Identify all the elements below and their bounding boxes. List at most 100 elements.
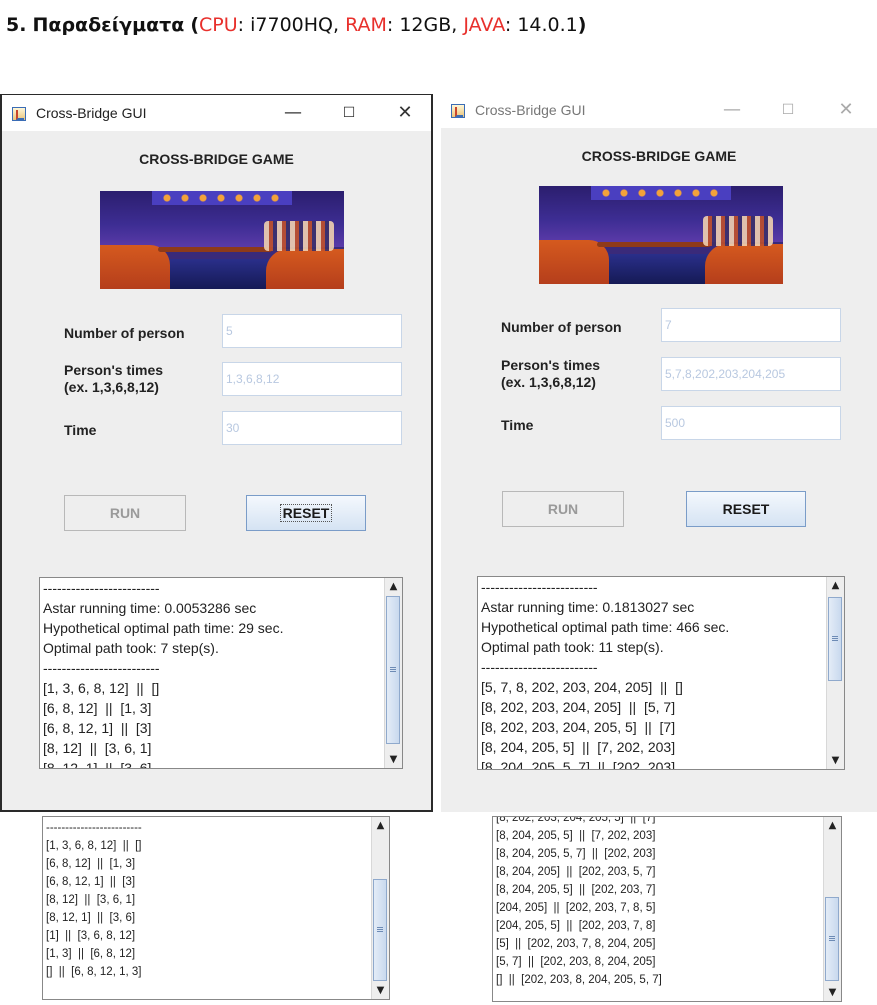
persons-times-label: Person's times (ex. 1,3,6,8,12) [501, 357, 600, 391]
output-line: Hypothetical optimal path time: 29 sec. [43, 620, 284, 636]
reset-button[interactable]: RESET [246, 495, 366, 531]
game-scene-image [100, 191, 344, 289]
scroll-thumb[interactable] [825, 897, 839, 981]
scroll-thumb[interactable] [828, 597, 842, 681]
title-bar[interactable]: Cross-Bridge GUI — ☐ ✕ [2, 95, 431, 131]
output-line: Optimal path took: 7 step(s). [43, 640, 219, 656]
output-line: [204, 205, 5] || [202, 203, 7, 8] [496, 920, 656, 932]
window-title: Cross-Bridge GUI [475, 102, 586, 118]
output-line: [8, 12, 1] || [3, 6] [43, 760, 152, 769]
section-title: Παραδείγματα [32, 14, 185, 36]
output-text: ------------------------- Astar running t… [481, 577, 730, 770]
reset-button[interactable]: RESET [686, 491, 806, 527]
maximize-button[interactable]: ☐ [773, 98, 803, 122]
number-of-person-input[interactable]: 5 [222, 314, 402, 348]
output-line: [204, 205] || [202, 203, 7, 8, 5] [496, 902, 656, 914]
scroll-up-arrow-icon[interactable]: ▲ [385, 578, 402, 595]
ram-value: : 12GB, [386, 14, 464, 36]
output-line: ------------------------- [43, 580, 160, 596]
output-line: [1, 3, 6, 8, 12] || [] [46, 840, 142, 852]
output-textarea[interactable]: ------------------------- Astar running t… [477, 576, 845, 770]
persons-times-label: Person's times (ex. 1,3,6,8,12) [64, 362, 163, 396]
window-content: CROSS-BRIDGE GAME Number of person 7 Per… [441, 128, 877, 812]
output-line: [6, 8, 12] || [1, 3] [46, 858, 136, 870]
time-label: Time [64, 422, 97, 438]
close-button[interactable]: ✕ [390, 101, 420, 125]
window-title: Cross-Bridge GUI [36, 105, 147, 121]
output-line: Optimal path took: 11 step(s). [481, 639, 664, 655]
output-line: Hypothetical optimal path time: 466 sec. [481, 619, 730, 635]
scroll-thumb[interactable] [373, 879, 387, 981]
game-scene-image [539, 186, 783, 284]
cpu-label: CPU [199, 14, 238, 36]
output-line: Astar running time: 0.1813027 sec [481, 599, 695, 615]
output-line: [5, 7] || [202, 203, 8, 204, 205] [496, 956, 656, 968]
output-line: ------------------------- [46, 822, 142, 834]
output-line: ------------------------- [481, 579, 598, 595]
window-content: CROSS-BRIDGE GAME Number of person 5 Per… [2, 131, 431, 810]
scroll-down-arrow-icon[interactable]: ▼ [385, 751, 402, 768]
time-input[interactable]: 30 [222, 411, 402, 445]
persons-times-text: Person's times [64, 362, 164, 378]
output-scrollbar[interactable]: ▲ ▼ [384, 578, 402, 768]
scroll-up-arrow-icon[interactable]: ▲ [372, 817, 389, 834]
time-input[interactable]: 500 [661, 406, 841, 440]
output-line: [1] || [3, 6, 8, 12] [46, 930, 136, 942]
scroll-down-arrow-icon[interactable]: ▼ [827, 752, 844, 769]
scroll-down-arrow-icon[interactable]: ▼ [824, 984, 841, 1001]
scroll-thumb[interactable] [386, 596, 400, 744]
output-line: [8, 202, 203, 204, 205, 5] || [7] [496, 816, 656, 824]
output-line: [1, 3, 6, 8, 12] || [] [43, 680, 160, 696]
run-button[interactable]: RUN [502, 491, 624, 527]
scrolled-output-2[interactable]: [8, 202, 203, 204, 205, 5] || [7] [8, 204… [492, 816, 842, 1002]
output-line: [8, 204, 205, 5, 7] || [202, 203] [496, 848, 656, 860]
paren-open: ( [190, 14, 200, 36]
ram-label: RAM [345, 14, 387, 36]
output-line: [5] || [202, 203, 7, 8, 204, 205] [496, 938, 656, 950]
java-app-icon [12, 107, 26, 121]
java-label: JAVA [463, 14, 505, 36]
output-line: [6, 8, 12] || [1, 3] [43, 700, 152, 716]
maximize-button[interactable]: ☐ [334, 101, 364, 125]
page-heading: 5. Παραδείγματα (CPU: i7700HQ, RAM: 12GB… [6, 14, 586, 36]
output-line: [] || [202, 203, 8, 204, 205, 5, 7] [496, 974, 662, 986]
output-line: [8, 204, 205] || [202, 203, 5, 7] [496, 866, 656, 878]
persons-times-input[interactable]: 5,7,8,202,203,204,205 [661, 357, 841, 391]
java-value: : 14.0.1 [504, 14, 578, 36]
minimize-button[interactable]: — [717, 98, 747, 122]
close-button[interactable]: ✕ [831, 98, 861, 122]
reset-label: RESET [722, 501, 770, 517]
output-scrollbar[interactable]: ▲ ▼ [371, 817, 389, 999]
title-bar[interactable]: Cross-Bridge GUI — ☐ ✕ [441, 92, 877, 128]
output-scrollbar[interactable]: ▲ ▼ [823, 817, 841, 1001]
output-textarea[interactable]: ------------------------- Astar running t… [39, 577, 403, 769]
scroll-up-arrow-icon[interactable]: ▲ [827, 577, 844, 594]
output-line: [6, 8, 12, 1] || [3] [46, 876, 136, 888]
game-title: CROSS-BRIDGE GAME [139, 151, 294, 167]
output-line: [8, 204, 205, 5, 7] || [202, 203] [481, 759, 676, 770]
output-line: [8, 202, 203, 204, 205] || [5, 7] [481, 699, 676, 715]
scroll-down-arrow-icon[interactable]: ▼ [372, 982, 389, 999]
output-line: [1, 3] || [6, 8, 12] [46, 948, 136, 960]
scroll-up-arrow-icon[interactable]: ▲ [824, 817, 841, 834]
output-line: [] || [6, 8, 12, 1, 3] [46, 966, 142, 978]
number-of-person-label: Number of person [64, 325, 185, 341]
app-window-1: Cross-Bridge GUI — ☐ ✕ CROSS-BRIDGE GAME… [0, 94, 433, 812]
app-window-2: Cross-Bridge GUI — ☐ ✕ CROSS-BRIDGE GAME… [441, 92, 877, 812]
java-app-icon [451, 104, 465, 118]
output-text: ------------------------- [1, 3, 6, 8, 12… [46, 819, 142, 981]
output-text: [8, 202, 203, 204, 205, 5] || [7] [8, 204… [496, 816, 662, 989]
output-line: [5, 7, 8, 202, 203, 204, 205] || [] [481, 679, 683, 695]
output-scrollbar[interactable]: ▲ ▼ [826, 577, 844, 769]
minimize-button[interactable]: — [278, 101, 308, 125]
number-of-person-input[interactable]: 7 [661, 308, 841, 342]
output-line: [8, 202, 203, 204, 205, 5] || [7] [481, 719, 676, 735]
persons-times-input[interactable]: 1,3,6,8,12 [222, 362, 402, 396]
cpu-value: : i7700HQ, [237, 14, 346, 36]
scrolled-output-1[interactable]: ------------------------- [1, 3, 6, 8, 12… [42, 816, 390, 1000]
output-line: [8, 204, 205, 5] || [7, 202, 203] [496, 830, 656, 842]
time-label: Time [501, 417, 534, 433]
run-button[interactable]: RUN [64, 495, 186, 531]
output-line: [8, 204, 205, 5] || [202, 203, 7] [496, 884, 656, 896]
output-line: [8, 12] || [3, 6, 1] [43, 740, 152, 756]
